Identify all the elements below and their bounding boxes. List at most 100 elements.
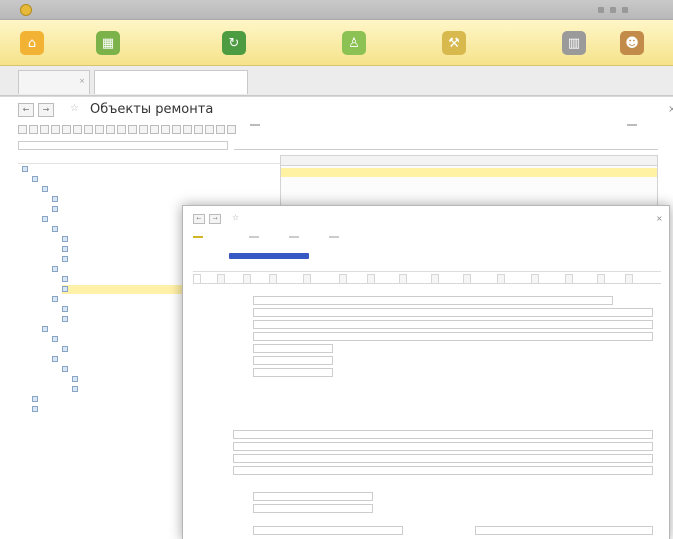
table-row[interactable]: [281, 168, 657, 177]
text-field[interactable]: [233, 442, 653, 451]
section-enterprise[interactable]: ▦: [96, 28, 126, 58]
tree-node[interactable]: [62, 275, 70, 284]
export-icon[interactable]: [161, 125, 170, 134]
tree-node[interactable]: [72, 385, 80, 394]
group-icon[interactable]: [194, 125, 203, 134]
tree-node[interactable]: [72, 375, 80, 384]
tab-home[interactable]: ×: [18, 70, 90, 94]
tree-node[interactable]: [62, 305, 70, 314]
tree-node-selected[interactable]: [62, 285, 182, 294]
delete-icon[interactable]: [51, 125, 60, 134]
select-field[interactable]: [233, 430, 653, 439]
window-minimize-button[interactable]: [598, 7, 604, 13]
select-field[interactable]: [253, 308, 653, 317]
tree-node[interactable]: [32, 175, 40, 184]
collapse-icon[interactable]: [216, 125, 225, 134]
forward-button[interactable]: →: [38, 103, 54, 117]
tree-icon[interactable]: [172, 125, 181, 134]
list-icon[interactable]: [183, 125, 192, 134]
section-repairs[interactable]: ⚒: [442, 28, 472, 58]
more-button[interactable]: [627, 124, 637, 126]
save-close-button[interactable]: [193, 236, 203, 238]
sort-icon[interactable]: [84, 125, 93, 134]
tab[interactable]: [565, 274, 573, 283]
select-field[interactable]: [253, 526, 403, 535]
section-main[interactable]: ⌂: [20, 28, 50, 58]
tree-node[interactable]: [62, 255, 70, 264]
edit-icon[interactable]: [40, 125, 49, 134]
select-field[interactable]: [475, 526, 653, 535]
select-field[interactable]: [253, 320, 653, 329]
favorite-icon[interactable]: ☆: [232, 213, 239, 222]
tree-node[interactable]: [42, 325, 50, 334]
expand-icon[interactable]: [205, 125, 214, 134]
forward-button[interactable]: →: [209, 214, 221, 224]
save-button[interactable]: [249, 236, 259, 238]
section-equipment[interactable]: ↻: [222, 28, 252, 58]
link[interactable]: [293, 394, 433, 403]
tab[interactable]: [597, 274, 605, 283]
tab[interactable]: [367, 274, 375, 283]
filter-right-input[interactable]: [234, 141, 658, 150]
section-documents[interactable]: ▥: [562, 28, 592, 58]
action-button[interactable]: [289, 236, 299, 238]
tree-node[interactable]: [52, 355, 60, 364]
tree-node[interactable]: [52, 195, 60, 204]
tab-plan[interactable]: [94, 70, 248, 94]
filter-icon[interactable]: [73, 125, 82, 134]
up-icon[interactable]: [117, 125, 126, 134]
toolbar-action-button[interactable]: [250, 124, 260, 126]
text-field[interactable]: [233, 454, 653, 463]
tree-node[interactable]: [62, 345, 70, 354]
section-accounting[interactable]: ♙: [342, 28, 372, 58]
tree-node[interactable]: [52, 295, 60, 304]
tab[interactable]: [399, 274, 407, 283]
tree-node[interactable]: [32, 405, 40, 414]
tab[interactable]: [243, 274, 251, 283]
tree-node[interactable]: [52, 225, 60, 234]
select-field[interactable]: [233, 466, 653, 475]
level-icon[interactable]: [139, 125, 148, 134]
back-button[interactable]: ←: [193, 214, 205, 224]
action-button[interactable]: [329, 236, 339, 238]
text-field[interactable]: [253, 356, 333, 365]
tab[interactable]: [625, 274, 633, 283]
refresh-icon[interactable]: [95, 125, 104, 134]
tree-node[interactable]: [42, 215, 50, 224]
tree-node[interactable]: [62, 315, 70, 324]
down-icon[interactable]: [128, 125, 137, 134]
tree-node[interactable]: [62, 245, 70, 254]
tree-node[interactable]: [22, 165, 30, 174]
tab[interactable]: [269, 274, 277, 283]
tab[interactable]: [193, 274, 201, 283]
back-button[interactable]: ←: [18, 103, 34, 117]
link[interactable]: [293, 406, 433, 415]
text-field[interactable]: [253, 368, 333, 377]
tree-node[interactable]: [52, 265, 60, 274]
settings-icon[interactable]: [150, 125, 159, 134]
tab[interactable]: [217, 274, 225, 283]
print-icon[interactable]: [106, 125, 115, 134]
section-admin[interactable]: ☻: [620, 28, 650, 58]
help-icon[interactable]: [227, 125, 236, 134]
checkbox-field[interactable]: [253, 504, 373, 513]
text-field[interactable]: [253, 332, 653, 341]
create-icon[interactable]: [18, 125, 27, 134]
tree-node[interactable]: [52, 205, 60, 214]
close-icon[interactable]: ×: [79, 77, 85, 85]
checkbox-field[interactable]: [253, 492, 373, 501]
tab[interactable]: [339, 274, 347, 283]
tree-node[interactable]: [62, 235, 70, 244]
tab[interactable]: [431, 274, 439, 283]
window-maximize-button[interactable]: [610, 7, 616, 13]
tree-node[interactable]: [32, 395, 40, 404]
copy-icon[interactable]: [29, 125, 38, 134]
window-close-button[interactable]: [622, 7, 628, 13]
tab[interactable]: [497, 274, 505, 283]
text-field[interactable]: [253, 296, 613, 305]
close-icon[interactable]: ×: [668, 104, 673, 115]
tree-node[interactable]: [52, 335, 60, 344]
tab[interactable]: [303, 274, 311, 283]
search-icon[interactable]: [62, 125, 71, 134]
favorite-icon[interactable]: ☆: [70, 103, 79, 114]
